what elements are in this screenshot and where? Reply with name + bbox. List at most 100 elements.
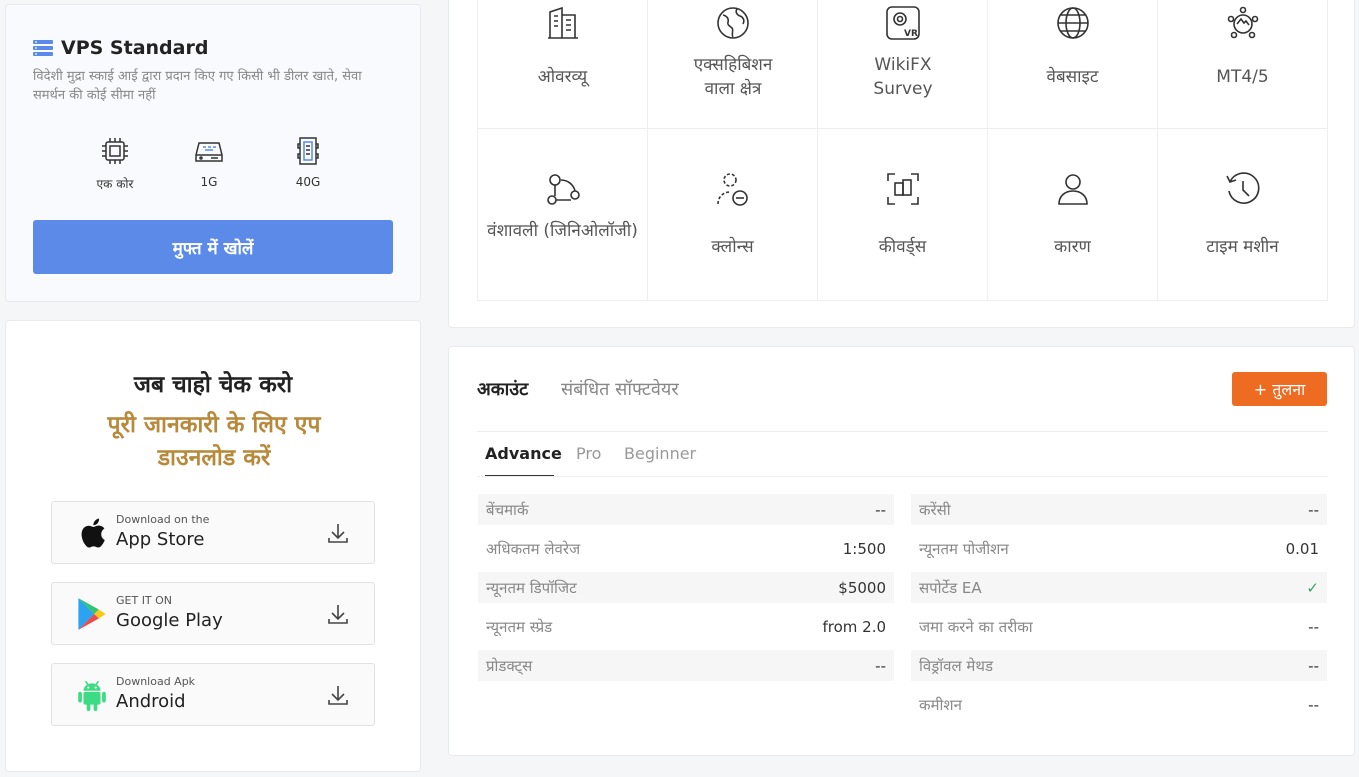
info-row: न्यूनतम डिपॉजिट $5000 xyxy=(478,572,894,603)
info-label: सपोर्टेड EA xyxy=(919,578,982,597)
app-promo-subheading: पूरी जानकारी के लिए एप डाउनलोड करें xyxy=(107,412,321,471)
info-label: बेंचमार्क xyxy=(486,500,529,519)
vps-title: VPS Standard xyxy=(61,37,209,59)
info-row: न्यूनतम पोजीशन 0.01 xyxy=(911,533,1327,564)
vr-survey-icon: VR xyxy=(885,6,920,40)
grid-item-label: MT4/5 xyxy=(1216,67,1269,87)
vps-description: विदेशी मुद्रा स्काई आई द्वारा प्रदान किए… xyxy=(33,69,362,103)
grid-item-label: वंशावली (जिनिओलॉजी) xyxy=(487,221,638,241)
info-value: 1:500 xyxy=(842,539,886,558)
spec-label: 1G xyxy=(200,175,218,189)
spec-memory: 1G xyxy=(169,135,249,189)
tab-account[interactable]: अकाउंट xyxy=(477,377,528,401)
grid-item-overview[interactable]: ओवरव्यू xyxy=(478,0,648,129)
subtab-advance[interactable]: Advance xyxy=(485,444,562,463)
info-row: विड्रॉवल मेथड -- xyxy=(911,650,1327,681)
spec-storage: 40G xyxy=(268,135,348,189)
grid-item-label: एक्सहिबिशन वाला क्षेत्र xyxy=(693,55,773,99)
grid-item-reason[interactable]: कारण xyxy=(988,129,1158,301)
info-label: अधिकतम लेवरेज xyxy=(486,539,581,558)
storage-icon xyxy=(297,137,319,165)
info-label: न्यूनतम पोजीशन xyxy=(919,539,1009,558)
spec-cpu: एक कोर xyxy=(75,135,155,192)
divider xyxy=(477,431,1328,432)
store-small-text: Download on the xyxy=(116,513,210,526)
genealogy-icon xyxy=(546,174,580,205)
apple-icon xyxy=(81,518,105,548)
grid-item-survey[interactable]: VR WikiFX Survey xyxy=(818,0,988,129)
info-row: बेंचमार्क -- xyxy=(478,494,894,525)
section-grid: ओवरव्यू एक्सहिबिशन वाला क्षेत्र VR WikiF… xyxy=(477,0,1328,301)
google-play-button[interactable]: GET IT ON Google Play xyxy=(51,582,375,645)
info-value: -- xyxy=(875,656,886,675)
compare-button[interactable]: + तुलना xyxy=(1232,372,1327,406)
subtab-beginner[interactable]: Beginner xyxy=(624,444,696,463)
info-row: अधिकतम लेवरेज 1:500 xyxy=(478,533,894,564)
app-promo-heading: जब चाहो चेक करो xyxy=(133,372,293,398)
download-icon xyxy=(328,605,348,624)
info-label: करेंसी xyxy=(919,500,951,519)
grid-item-mt45[interactable]: MT4/5 xyxy=(1158,0,1328,129)
vps-card: VPS Standard विदेशी मुद्रा स्काई आई द्वा… xyxy=(5,4,421,302)
grid-item-website[interactable]: वेबसाइट xyxy=(988,0,1158,129)
cpu-icon xyxy=(102,138,128,164)
grid-item-label: कारण xyxy=(1054,237,1091,257)
info-row: न्यूनतम स्प्रेड from 2.0 xyxy=(478,611,894,642)
google-play-icon xyxy=(78,598,106,630)
info-value: 0.01 xyxy=(1285,539,1319,558)
grid-item-genealogy[interactable]: वंशावली (जिनिओलॉजी) xyxy=(478,129,648,301)
grid-item-label: वेबसाइट xyxy=(1046,67,1099,87)
info-row: कमीशन -- xyxy=(911,689,1327,720)
time-machine-icon xyxy=(1225,172,1260,204)
globe-icon xyxy=(1056,7,1089,39)
tab-related-software[interactable]: संबंधित सॉफ्टवेयर xyxy=(561,377,679,401)
server-icon xyxy=(33,40,53,56)
info-row: सपोर्टेड EA ✓ xyxy=(911,572,1327,603)
broker-sections-card: ओवरव्यू एक्सहिबिशन वाला क्षेत्र VR WikiF… xyxy=(448,0,1355,328)
clone-icon xyxy=(716,173,748,206)
divider xyxy=(477,476,1328,477)
info-label: न्यूनतम डिपॉजिट xyxy=(486,578,577,597)
info-label: जमा करने का तरीका xyxy=(919,617,1033,636)
grid-item-keywords[interactable]: कीवर्ड्स xyxy=(818,129,988,301)
info-label: न्यूनतम स्प्रेड xyxy=(486,617,553,636)
info-row: जमा करने का तरीका -- xyxy=(911,611,1327,642)
store-name: Android xyxy=(116,691,186,712)
info-label: प्रोडक्ट्स xyxy=(486,656,533,675)
download-icon xyxy=(328,524,348,543)
grid-item-label: WikiFX Survey xyxy=(873,55,933,99)
store-name: App Store xyxy=(116,529,205,550)
download-icon xyxy=(328,686,348,705)
android-icon xyxy=(78,680,106,711)
info-value: $5000 xyxy=(838,578,886,597)
store-small-text: GET IT ON xyxy=(116,594,173,607)
memory-icon xyxy=(195,142,223,162)
open-free-button[interactable]: मुफ्त में खोलें xyxy=(33,220,393,274)
info-value: from 2.0 xyxy=(822,617,886,636)
overview-icon xyxy=(547,6,578,39)
info-row: करेंसी -- xyxy=(911,494,1327,525)
spec-label: 40G xyxy=(295,175,321,189)
info-label: कमीशन xyxy=(919,695,962,714)
vps-header: VPS Standard xyxy=(33,37,208,59)
grid-item-label: क्लोन्स xyxy=(711,237,754,257)
grid-item-time-machine[interactable]: टाइम मशीन xyxy=(1158,129,1328,301)
info-label: विड्रॉवल मेथड xyxy=(919,656,993,675)
spec-label: एक कोर xyxy=(96,177,134,191)
info-row: प्रोडक्ट्स -- xyxy=(478,650,894,681)
grid-item-clones[interactable]: क्लोन्स xyxy=(648,129,818,301)
grid-item-label: कीवर्ड्स xyxy=(878,237,927,257)
store-name: Google Play xyxy=(116,610,223,631)
check-icon: ✓ xyxy=(1306,578,1319,597)
info-value: -- xyxy=(875,500,886,519)
account-card: अकाउंट संबंधित सॉफ्टवेयर + तुलना Advance… xyxy=(448,346,1355,756)
app-store-button[interactable]: Download on the App Store xyxy=(51,501,375,564)
app-download-card: जब चाहो चेक करो पूरी जानकारी के लिए एप ड… xyxy=(5,320,421,772)
grid-item-exhibition[interactable]: एक्सहिबिशन वाला क्षेत्र xyxy=(648,0,818,129)
user-icon xyxy=(1057,174,1088,205)
subtab-pro[interactable]: Pro xyxy=(576,444,601,463)
info-value: -- xyxy=(1308,695,1319,714)
svg-text:VR: VR xyxy=(904,29,918,39)
keywords-icon xyxy=(886,173,919,205)
android-apk-button[interactable]: Download Apk Android xyxy=(51,663,375,726)
